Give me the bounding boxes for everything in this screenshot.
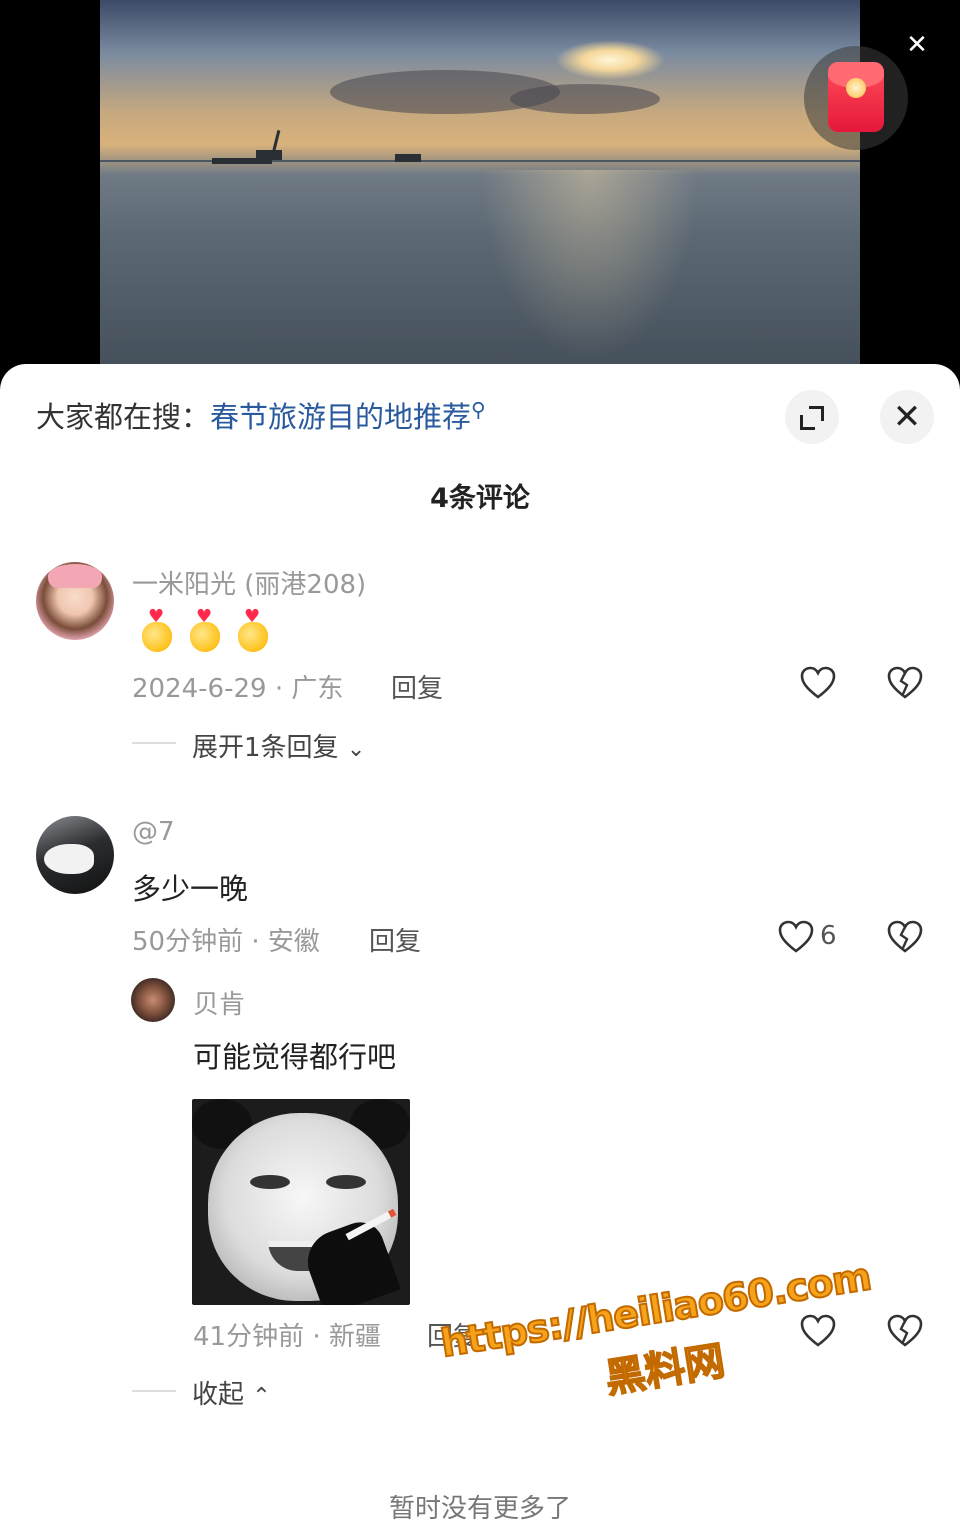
- video-player[interactable]: [100, 0, 860, 380]
- sea-glare: [480, 170, 700, 360]
- hot-search-bar[interactable]: 大家都在搜：春节旅游目的地推荐⚲: [36, 394, 486, 436]
- red-packet-button[interactable]: [804, 46, 908, 150]
- like-count: 6: [820, 921, 837, 951]
- expand-button[interactable]: [785, 390, 839, 444]
- dislike-icon[interactable]: [887, 666, 923, 700]
- ship: [256, 150, 282, 160]
- panda-eye: [326, 1175, 366, 1189]
- finger-heart-emoji: ♥: [188, 608, 220, 652]
- avatar[interactable]: [36, 816, 114, 894]
- divider: [132, 1390, 176, 1392]
- reply-button[interactable]: 回复: [369, 921, 421, 958]
- expand-replies-label: 展开1条回复: [192, 733, 339, 763]
- comment-time-location: 50分钟前 · 安徽: [132, 927, 320, 957]
- avatar[interactable]: [131, 978, 175, 1022]
- close-icon: ✕: [892, 397, 922, 437]
- hot-search-query[interactable]: 春节旅游目的地推荐: [210, 400, 471, 434]
- comment-count: 4条评论: [430, 483, 530, 514]
- sticker-image[interactable]: [192, 1099, 410, 1305]
- collapse-replies-label: 收起: [192, 1380, 245, 1410]
- dog: [44, 844, 94, 874]
- finger-heart-emoji: ♥: [140, 608, 172, 652]
- reply-button[interactable]: 回复: [391, 668, 443, 705]
- reply-time-location: 41分钟前 · 新疆: [193, 1322, 381, 1352]
- collapse-replies-button[interactable]: 收起 ⌃: [192, 1374, 271, 1411]
- comment-username[interactable]: @7: [132, 817, 175, 847]
- hat: [48, 564, 102, 588]
- reply-text: 可能觉得都行吧: [193, 1040, 397, 1074]
- cloud: [510, 84, 660, 114]
- sun: [555, 40, 665, 80]
- finger-heart-emoji: ♥: [236, 608, 268, 652]
- avatar[interactable]: [36, 562, 114, 640]
- coin-icon: [846, 78, 866, 98]
- hot-search-prefix: 大家都在搜：: [36, 400, 211, 434]
- comment-username[interactable]: 一米阳光 (丽港208): [132, 564, 366, 601]
- expand-icon: [800, 405, 824, 430]
- divider: [132, 742, 176, 744]
- expand-replies-button[interactable]: 展开1条回复 ⌄: [192, 727, 365, 764]
- comment-time-location: 2024-6-29 · 广东: [132, 674, 344, 704]
- reply-username[interactable]: 贝肯: [193, 984, 245, 1021]
- ship: [395, 154, 421, 162]
- like-icon[interactable]: [800, 666, 836, 700]
- like-icon[interactable]: [778, 920, 814, 954]
- panda-eye: [250, 1175, 290, 1189]
- search-icon: ⚲: [471, 397, 486, 422]
- chevron-down-icon: ⌄: [346, 737, 366, 762]
- close-sheet-button[interactable]: ✕: [880, 390, 934, 444]
- no-more-text: 暂时没有更多了: [388, 1494, 571, 1524]
- comment-text: 多少一晚: [132, 872, 249, 906]
- chevron-up-icon: ⌃: [252, 1384, 271, 1409]
- red-packet-icon: [828, 62, 884, 132]
- close-icon[interactable]: ✕: [900, 28, 934, 62]
- dislike-icon[interactable]: [887, 920, 923, 954]
